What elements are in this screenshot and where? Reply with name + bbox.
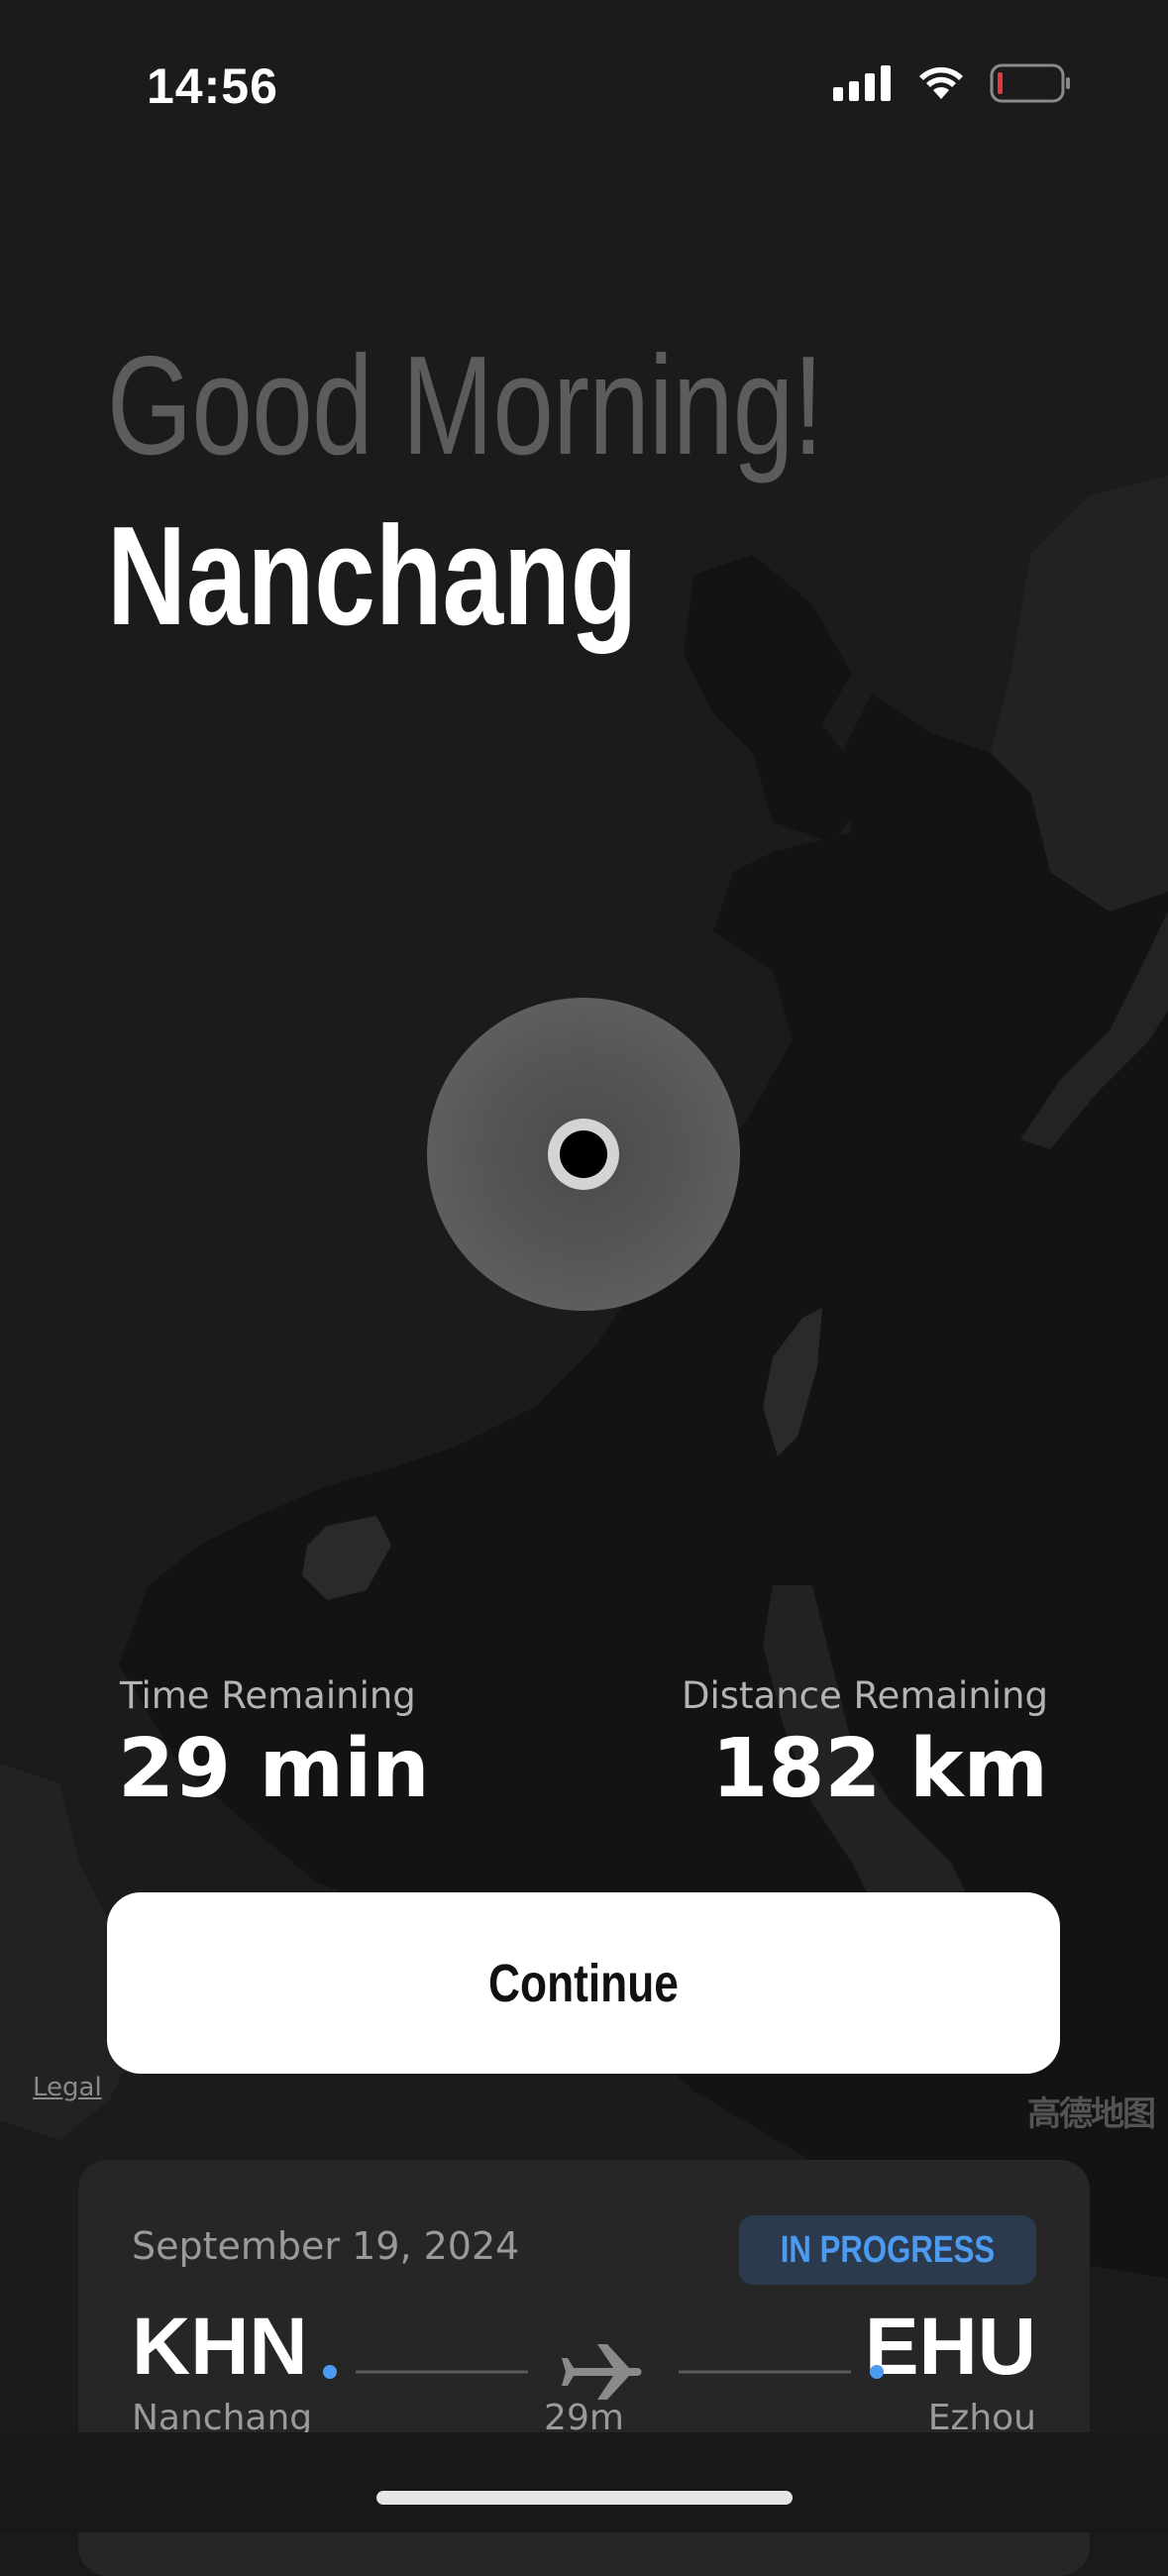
city-title: Nanchang bbox=[107, 497, 638, 655]
home-indicator[interactable] bbox=[376, 2491, 793, 2505]
signal-icon bbox=[833, 65, 891, 101]
route-line bbox=[323, 2344, 884, 2400]
origin-dot bbox=[323, 2365, 337, 2379]
distance-remaining-label: Distance Remaining bbox=[681, 1674, 1048, 1717]
status-badge: IN PROGRESS bbox=[739, 2215, 1036, 2285]
battery-icon bbox=[990, 63, 1070, 103]
airplane-icon bbox=[562, 2344, 642, 2400]
status-icons bbox=[833, 63, 1071, 103]
greeting-text: Good Morning! bbox=[107, 327, 823, 484]
continue-button[interactable]: Continue bbox=[107, 1892, 1060, 2074]
distance-remaining-value: 182 km bbox=[711, 1722, 1048, 1816]
origin-code: KHN bbox=[132, 2302, 308, 2392]
destination-dot bbox=[870, 2365, 884, 2379]
wifi-icon bbox=[919, 66, 963, 99]
map-provider-logo: 高德地图 bbox=[1027, 2094, 1156, 2134]
legal-link[interactable]: Legal bbox=[33, 2073, 102, 2102]
flight-date: September 19, 2024 bbox=[132, 2224, 520, 2268]
time-remaining-label: Time Remaining bbox=[120, 1674, 416, 1717]
location-dot[interactable] bbox=[560, 1130, 607, 1178]
continue-button-label: Continue bbox=[488, 1953, 679, 2013]
status-badge-label: IN PROGRESS bbox=[780, 2228, 996, 2271]
bottom-bar bbox=[0, 2432, 1168, 2532]
time-remaining-value: 29 min bbox=[118, 1722, 430, 1816]
status-time: 14:56 bbox=[147, 58, 278, 114]
